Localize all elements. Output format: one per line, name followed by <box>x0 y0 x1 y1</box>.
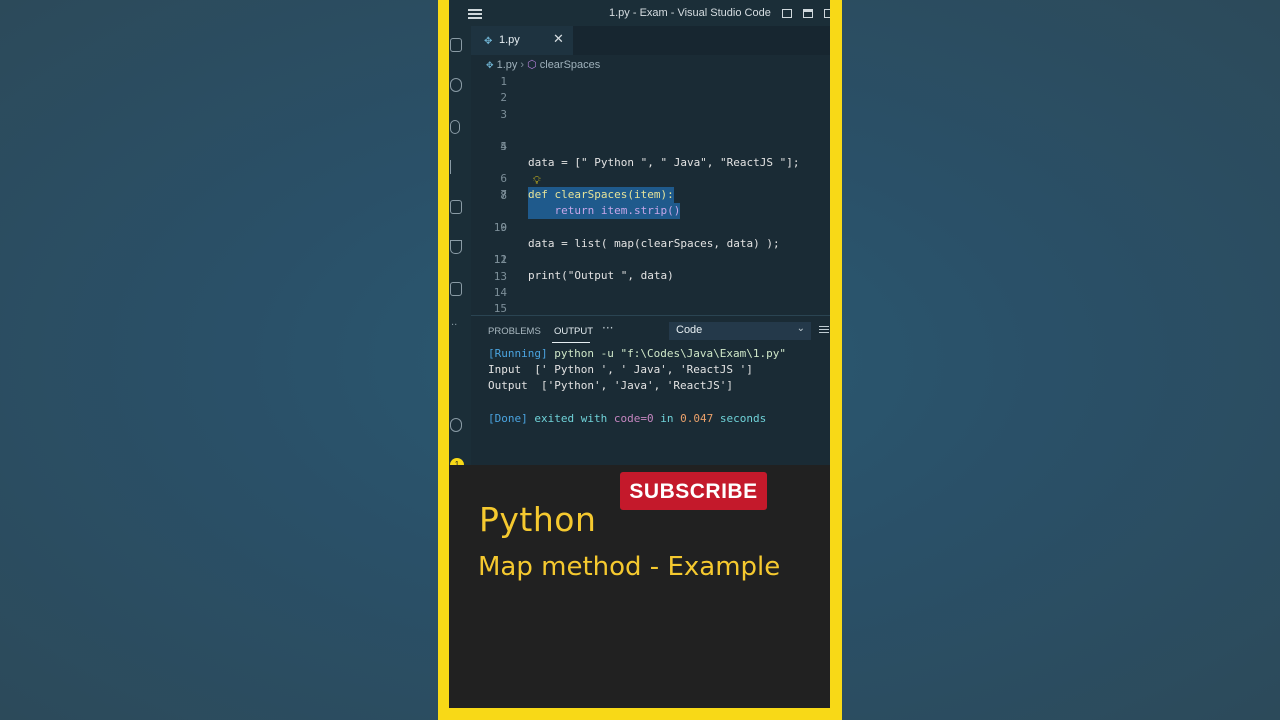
python-icon: ✥ <box>484 36 493 47</box>
more-actions-icon[interactable]: ··· <box>602 321 613 335</box>
line-number: 3 <box>500 108 507 121</box>
output-panel: PROBLEMS OUTPUT ··· Code ⌄ [Running] pyt… <box>471 316 830 465</box>
list-filter-icon[interactable] <box>819 326 829 334</box>
tab-bar: ✥ 1.py ✕ <box>471 26 830 55</box>
symbol-method-icon: ⬡ <box>527 59 537 71</box>
toggle-sidebar-icon[interactable] <box>782 9 792 18</box>
output-channel-select[interactable]: Code ⌄ <box>669 322 811 340</box>
tab-output[interactable]: OUTPUT <box>554 326 593 337</box>
code-editor[interactable]: 1 2 3 4 data = [" Python ", " Java", "Re… <box>471 74 830 315</box>
chevron-right-icon: › <box>520 59 525 71</box>
output-line-running: [Running] python -u "f:\Codes\Java\Exam\… <box>488 347 787 360</box>
breadcrumb-symbol[interactable]: clearSpaces <box>540 59 601 71</box>
explorer-icon[interactable] <box>450 38 462 52</box>
subscribe-button[interactable]: SUBSCRIBE <box>620 472 767 510</box>
lightbulb-icon[interactable]: 💡︎ <box>533 173 541 189</box>
output-line-output: Output ['Python', 'Java', 'ReactJS'] <box>488 379 734 392</box>
title-bar: 1.py - Exam - Visual Studio Code <box>449 0 830 26</box>
layout-icon[interactable] <box>824 9 830 18</box>
line-number: 12 <box>493 253 507 266</box>
run-debug-icon[interactable] <box>450 160 462 174</box>
window-title: 1.py - Exam - Visual Studio Code <box>609 7 771 19</box>
video-subtitle: Map method - Example <box>478 552 781 582</box>
tab-1-py[interactable]: ✥ 1.py ✕ <box>471 26 573 55</box>
source-control-icon[interactable] <box>450 120 460 134</box>
close-icon[interactable]: ✕ <box>553 32 564 47</box>
python-icon: ✥ <box>486 60 494 70</box>
output-channel-value: Code <box>676 324 703 336</box>
active-tab-indicator <box>552 342 590 343</box>
notification-badge: 1 <box>450 458 464 465</box>
output-line-input: Input [' Python ', ' Java', 'ReactJS '] <box>488 363 753 376</box>
line-number: 8 <box>500 189 507 202</box>
video-frame: 1.py - Exam - Visual Studio Code ·· 1 ✥ … <box>438 0 842 720</box>
line-number: 10 <box>493 221 507 234</box>
notebook-icon[interactable] <box>450 282 462 296</box>
account-icon[interactable] <box>450 418 462 432</box>
breadcrumb-file[interactable]: 1.py <box>497 59 518 71</box>
search-icon[interactable] <box>450 78 462 92</box>
video-title: Python <box>479 500 597 539</box>
line-number: 14 <box>493 286 507 299</box>
activity-bar: ·· 1 <box>449 26 471 465</box>
video-content: 1.py - Exam - Visual Studio Code ·· 1 ✥ … <box>449 0 830 708</box>
vscode-window: 1.py - Exam - Visual Studio Code ·· 1 ✥ … <box>449 0 830 465</box>
output-line-done: [Done] exited with code=0 in 0.047 secon… <box>488 412 767 425</box>
tab-problems[interactable]: PROBLEMS <box>488 326 541 337</box>
chevron-down-icon: ⌄ <box>796 323 805 334</box>
testing-icon[interactable] <box>450 240 462 254</box>
line-number: 5 <box>500 140 507 153</box>
more-icon[interactable]: ·· <box>451 320 457 331</box>
line-number: 1 <box>500 75 507 88</box>
menu-icon[interactable] <box>468 9 482 19</box>
extensions-icon[interactable] <box>450 200 462 214</box>
toggle-panel-icon[interactable] <box>803 9 813 18</box>
breadcrumb: ✥ 1.py › ⬡ clearSpaces <box>486 58 600 71</box>
tab-label: 1.py <box>499 34 520 46</box>
line-number: 2 <box>500 91 507 104</box>
line-number: 13 <box>493 270 507 283</box>
